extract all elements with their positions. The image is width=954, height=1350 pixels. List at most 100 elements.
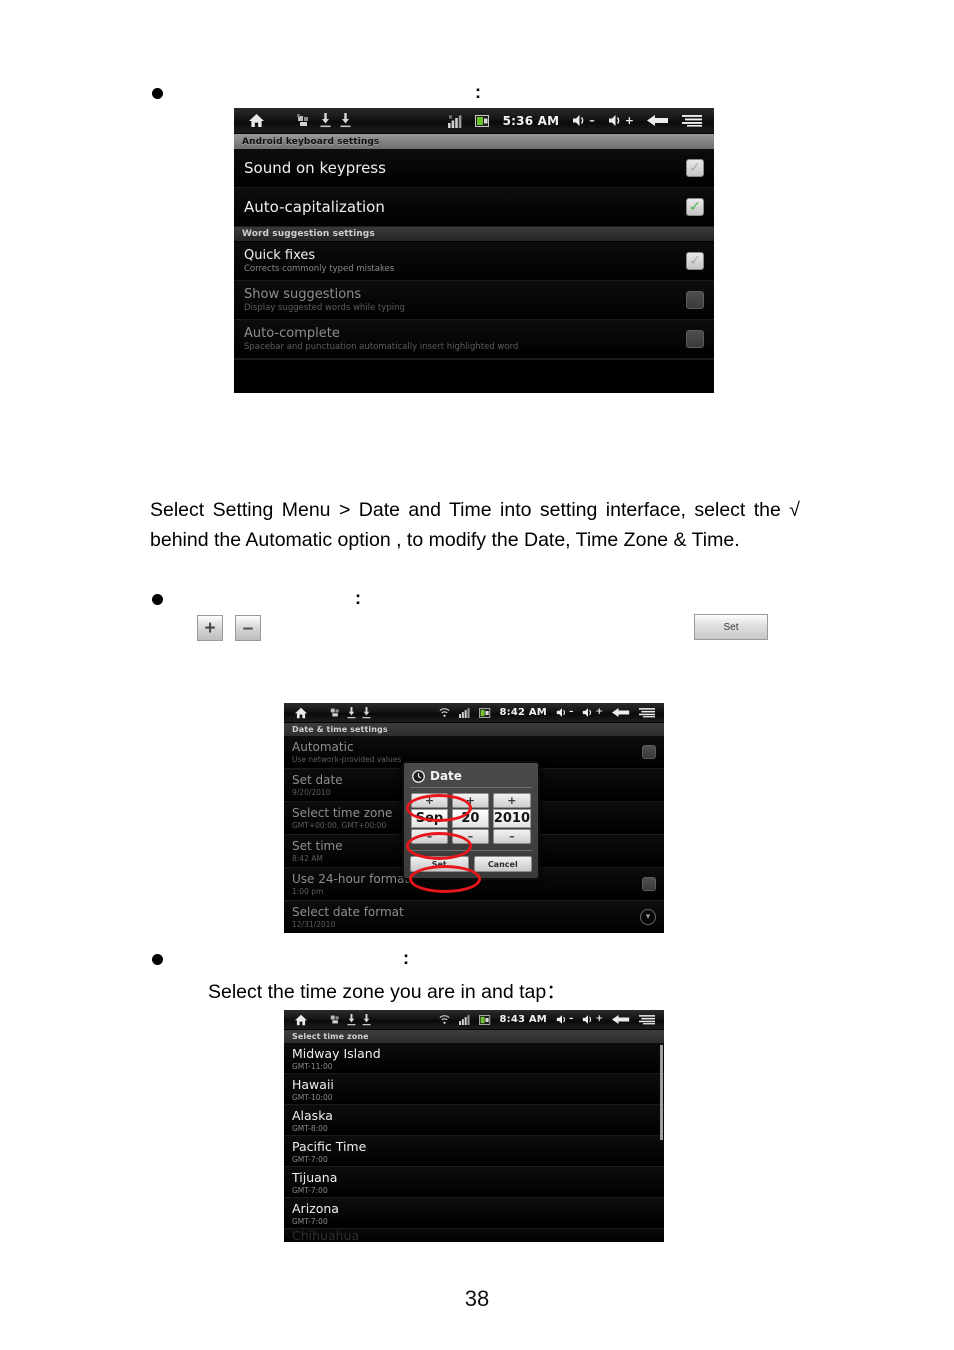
settings-icon[interactable] — [297, 113, 311, 128]
list-item[interactable]: Midway Island GMT-11:00 — [284, 1043, 664, 1074]
battery-icon — [478, 707, 491, 718]
checkbox-24-hour-format[interactable]: ✓ — [642, 877, 656, 891]
list-item[interactable]: Quick fixes Corrects commonly typed mist… — [234, 242, 714, 281]
bullet-dot-icon — [152, 594, 163, 605]
bullet-colon: : — [403, 948, 409, 968]
check-glyph: ✓ — [689, 199, 701, 215]
year-increment-button[interactable]: + — [492, 793, 531, 808]
year-value[interactable]: 2010 — [492, 809, 531, 828]
list-empty-area — [234, 359, 714, 393]
month-value[interactable]: Sep — [411, 809, 448, 828]
chevron-down-icon[interactable]: ▾ — [640, 909, 656, 925]
volume-down-icon[interactable]: – — [572, 114, 595, 127]
row-title: Hawaii — [292, 1076, 334, 1092]
checkbox-sound-on-keypress[interactable]: ✓ — [686, 159, 704, 177]
screen-title-bar: Android keyboard settings — [234, 134, 714, 149]
signal-icon — [458, 1014, 470, 1025]
settings-icon[interactable] — [330, 1014, 341, 1025]
list-item[interactable]: Auto-capitalization ✓ — [234, 188, 714, 227]
dialog-buttons: Set Cancel — [410, 850, 532, 872]
volume-down-label: – — [568, 707, 574, 717]
checkbox-auto-capitalization[interactable]: ✓ — [686, 198, 704, 216]
paragraph-date-time-instructions: Select Setting Menu > Date and Time into… — [150, 499, 800, 551]
volume-down-icon[interactable]: – — [556, 1014, 573, 1025]
row-title: Chihuahua — [292, 1229, 360, 1242]
time-zone-list[interactable]: Midway Island GMT-11:00 Hawaii GMT-10:00… — [284, 1043, 664, 1242]
volume-up-label: + — [624, 114, 634, 127]
list-item[interactable]: Auto-complete Spacebar and punctuation a… — [234, 320, 714, 359]
download-icon[interactable] — [362, 706, 371, 719]
volume-up-icon[interactable]: + — [582, 707, 603, 718]
signal-icon: × — [447, 114, 462, 128]
inline-minus-button[interactable]: – — [235, 615, 261, 641]
download-icon[interactable] — [347, 706, 356, 719]
minus-icon: – — [242, 617, 254, 639]
row-title: Show suggestions — [244, 287, 362, 302]
inline-set-button[interactable]: Set — [694, 614, 768, 640]
list-item[interactable]: Select date format 12/31/2010 ▾ — [284, 901, 664, 933]
row-subtitle: GMT-7:00 — [292, 1185, 328, 1195]
bullet-colon: : — [475, 82, 481, 102]
download-icon[interactable] — [340, 113, 351, 128]
download-icon[interactable] — [362, 1013, 371, 1026]
row-subtitle: GMT-7:00 — [292, 1216, 328, 1226]
day-value[interactable]: 20 — [451, 809, 489, 828]
day-increment-button[interactable]: + — [451, 793, 489, 808]
date-picker-dialog: Date + Sep – + 20 – + 2010 – Set Cancel — [402, 761, 540, 880]
checkbox-auto-complete[interactable]: ✓ — [686, 330, 704, 348]
menu-icon[interactable] — [639, 707, 655, 718]
home-icon[interactable] — [248, 113, 265, 128]
row-title: Midway Island — [292, 1045, 381, 1061]
list-item[interactable]: Sound on keypress ✓ — [234, 149, 714, 188]
screen-title-bar: Select time zone — [284, 1030, 664, 1043]
checkbox-automatic[interactable]: ✓ — [642, 745, 656, 759]
checkbox-show-suggestions[interactable]: ✓ — [686, 291, 704, 309]
dialog-header: Date — [410, 768, 532, 787]
volume-down-label: – — [589, 114, 595, 127]
row-title: Pacific Time — [292, 1138, 367, 1154]
list-item[interactable]: Hawaii GMT-10:00 — [284, 1074, 664, 1105]
month-increment-button[interactable]: + — [411, 793, 448, 808]
home-icon[interactable] — [294, 1014, 308, 1026]
row-subtitle: 1:00 pm — [292, 887, 324, 896]
download-icon[interactable] — [320, 113, 331, 128]
row-subtitle: Spacebar and punctuation automatically i… — [244, 342, 519, 352]
row-title: Auto-complete — [244, 326, 340, 341]
volume-up-icon[interactable]: + — [582, 1014, 603, 1025]
day-decrement-button[interactable]: – — [451, 829, 489, 844]
status-bar-right-icons: × 5:36 AM – + — [447, 114, 714, 128]
download-icon[interactable] — [347, 1013, 356, 1026]
list-item[interactable]: Arizona GMT-7:00 — [284, 1198, 664, 1229]
time-zone-instruction: Select the time zone you are in and tap： — [208, 981, 566, 1003]
back-icon[interactable] — [612, 707, 630, 718]
month-decrement-button[interactable]: – — [411, 829, 448, 844]
volume-down-icon[interactable]: – — [556, 707, 574, 718]
settings-icon[interactable] — [330, 707, 341, 718]
list-item[interactable]: Alaska GMT-8:00 — [284, 1105, 664, 1136]
year-decrement-button[interactable]: – — [492, 829, 531, 844]
menu-icon[interactable] — [639, 1014, 655, 1025]
section-header-word-suggestion: Word suggestion settings — [234, 227, 714, 242]
inline-plus-button[interactable]: + — [197, 615, 223, 641]
row-title: Alaska — [292, 1107, 333, 1123]
home-icon[interactable] — [294, 707, 308, 719]
list-item[interactable]: Tijuana GMT-7:00 — [284, 1167, 664, 1198]
wifi-icon — [438, 1014, 450, 1025]
menu-icon[interactable] — [682, 114, 702, 127]
back-icon[interactable] — [612, 1014, 630, 1025]
list-item[interactable]: Show suggestions Display suggested words… — [234, 281, 714, 320]
check-glyph: ✓ — [689, 160, 701, 176]
dialog-cancel-button[interactable]: Cancel — [473, 856, 532, 872]
screen-title-bar: Date & time settings — [284, 723, 664, 736]
list-scrollbar[interactable] — [660, 1045, 663, 1140]
dialog-title: Date — [430, 769, 462, 783]
list-item[interactable]: Pacific Time GMT-7:00 — [284, 1136, 664, 1167]
checkbox-quick-fixes[interactable]: ✓ — [686, 252, 704, 270]
back-icon[interactable] — [647, 114, 669, 127]
volume-up-icon[interactable]: + — [608, 114, 634, 127]
status-bar-right-icons: 8:43 AM – + — [438, 1014, 665, 1025]
list-item[interactable]: Chihuahua — [284, 1229, 664, 1242]
dialog-set-button[interactable]: Set — [410, 856, 469, 872]
row-title: Automatic — [292, 740, 354, 754]
page-number: 38 — [464, 1286, 490, 1311]
